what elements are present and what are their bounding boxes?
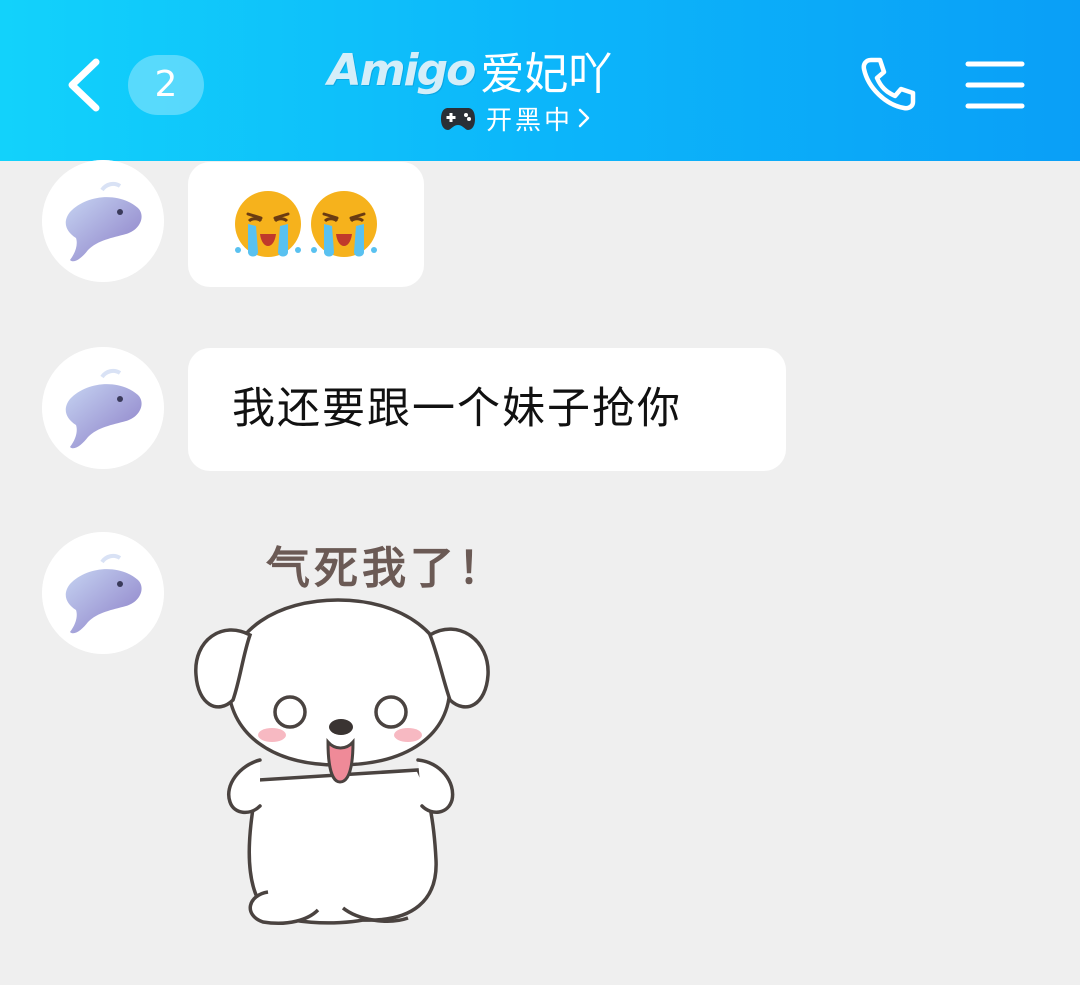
contact-avatar[interactable] (42, 532, 164, 654)
status-indicator[interactable]: 开黑中 (440, 98, 620, 138)
puppy-sticker-image[interactable] (188, 530, 518, 930)
whale-avatar-image (42, 532, 164, 654)
menu-button[interactable] (964, 58, 1026, 112)
hamburger-menu-icon (965, 61, 1025, 109)
chat-header: 2 Amigo 爱妃吖 开黑中 (0, 0, 1080, 161)
message-text: 我还要跟一个妹子抢你 (232, 384, 682, 434)
phone-icon (861, 57, 916, 111)
call-button[interactable] (856, 52, 920, 116)
whale-avatar-image (42, 160, 164, 282)
chevron-right-icon (578, 108, 590, 128)
title-brand: Amigo (327, 44, 477, 96)
crying-face-emoji (311, 191, 377, 257)
contact-avatar[interactable] (42, 160, 164, 282)
chat-title[interactable]: Amigo 爱妃吖 (320, 38, 620, 101)
chevron-left-icon (68, 58, 100, 112)
message-bubble-emoji[interactable] (188, 162, 424, 287)
unread-badge[interactable]: 2 (128, 55, 204, 115)
status-text: 开黑中 (486, 105, 574, 136)
message-bubble-text[interactable]: 我还要跟一个妹子抢你 (188, 348, 786, 471)
crying-face-emoji (235, 191, 301, 257)
contact-name: 爱妃吖 (480, 49, 613, 100)
contact-avatar[interactable] (42, 347, 164, 469)
whale-avatar-image (42, 347, 164, 469)
back-button[interactable] (58, 50, 118, 120)
gamepad-icon (441, 108, 475, 130)
